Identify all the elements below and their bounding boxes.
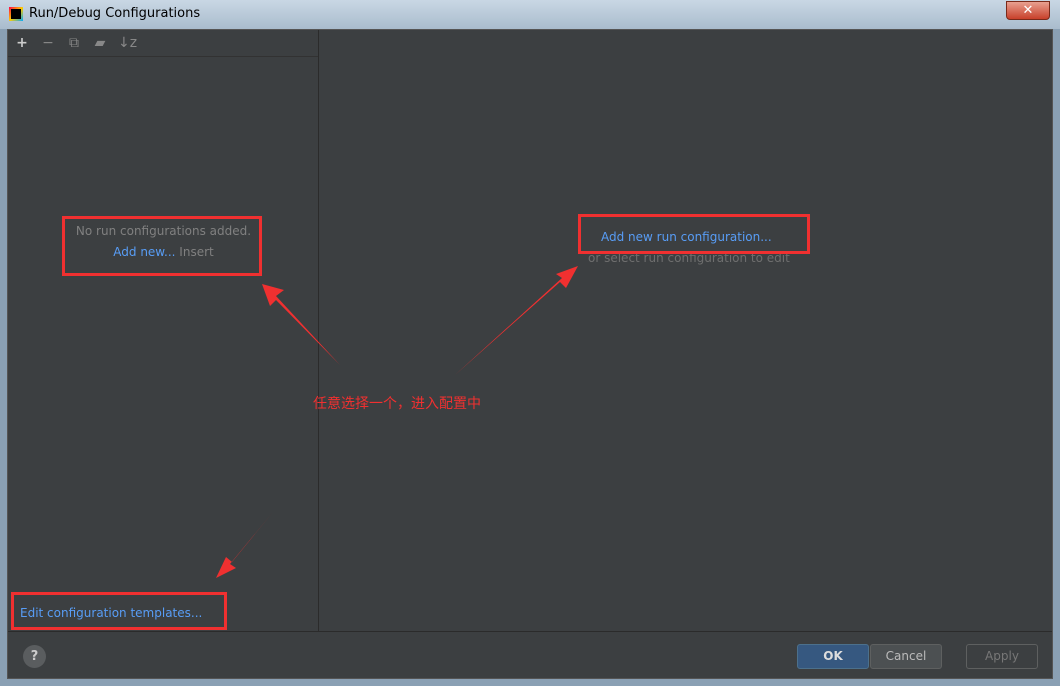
- arrow: [262, 284, 340, 365]
- annotation-arrows: [216, 266, 578, 578]
- arrow: [455, 266, 578, 375]
- arrow: [216, 512, 273, 578]
